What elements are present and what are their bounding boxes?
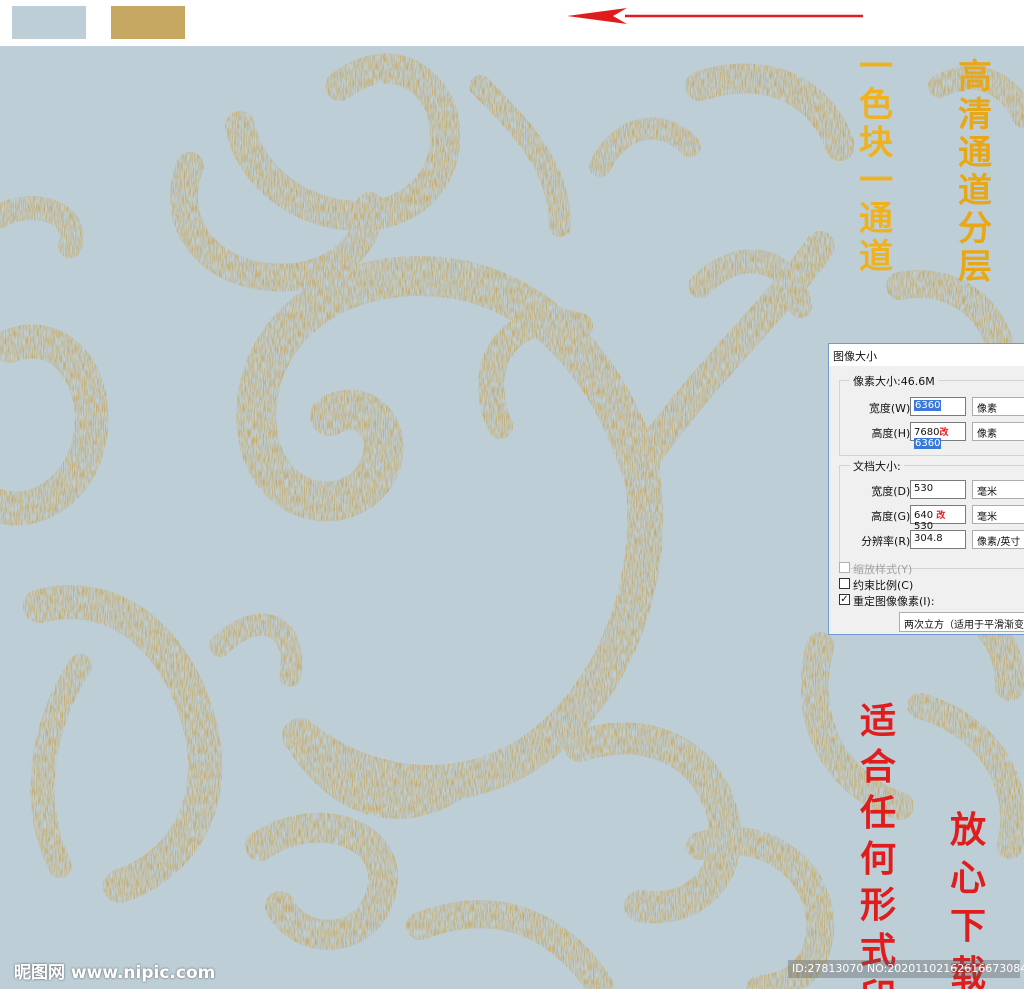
document-size-legend: 文档大小:	[850, 458, 904, 474]
caption-one-channel: 一色块一通道	[859, 47, 893, 277]
image-size-dialog: 图像大小 像素大小:46.6M 宽度(W): 6360 像素⌄ 高度(H): 7…	[828, 343, 1024, 635]
doc-width-input[interactable]: 530	[910, 480, 966, 499]
checkmark-icon: ✓	[840, 594, 849, 605]
scale-styles-checkbox	[839, 562, 850, 573]
left-arrow-icon	[567, 8, 863, 24]
constrain-checkbox[interactable]	[839, 578, 850, 589]
resample-label: 重定图像像素(I):	[853, 595, 935, 608]
doc-height-unit-select[interactable]: 毫米	[972, 505, 1024, 524]
doc-height-unit: 毫米	[977, 512, 997, 523]
pixel-dimensions-legend: 像素大小:46.6M	[850, 373, 938, 389]
document-size-group: 文档大小: 宽度(D): 530 毫米 高度(G): 640 改 530 毫米 …	[839, 458, 1024, 569]
pixel-width-unit-select[interactable]: 像素⌄	[972, 397, 1024, 416]
pixel-height-label: 高度(H):	[871, 427, 914, 440]
doc-height-label: 高度(G):	[871, 510, 914, 523]
resample-checkbox[interactable]: ✓	[839, 594, 850, 605]
resolution-input[interactable]: 304.8	[910, 530, 966, 549]
pixel-width-label: 宽度(W):	[868, 402, 914, 415]
resolution-value: 304.8	[914, 533, 943, 544]
resolution-label: 分辨率(R):	[861, 535, 914, 548]
pixel-dimensions-group: 像素大小:46.6M 宽度(W): 6360 像素⌄ 高度(H): 7680改6…	[839, 373, 1024, 456]
color-swatch-blue	[12, 6, 86, 39]
id-watermark: ID:27813070 NO:20201102162616673084	[788, 960, 1024, 978]
pixel-width-unit: 像素	[977, 404, 997, 415]
pixel-height-value: 6360	[914, 438, 942, 449]
pixel-width-input[interactable]: 6360	[910, 397, 966, 416]
site-watermark: 昵图网 www.nipic.com	[14, 963, 216, 983]
doc-height-input[interactable]: 640 改 530	[910, 505, 966, 532]
dialog-title: 图像大小	[829, 344, 1024, 366]
caption-hd-layers: 高清通道分层	[958, 57, 992, 287]
doc-height-old: 640	[914, 510, 934, 521]
color-swatch-gold	[111, 6, 185, 39]
pixel-height-unit-select[interactable]: 像素⌄	[972, 422, 1024, 441]
pixel-width-value: 6360	[914, 400, 942, 411]
change-mark: 改	[936, 511, 946, 521]
doc-width-unit: 毫米	[977, 487, 997, 498]
caption-suitable: 适合任何形式印	[859, 700, 896, 989]
resolution-unit: 像素/英寸	[977, 537, 1021, 548]
doc-width-unit-select[interactable]: 毫米	[972, 480, 1024, 499]
resample-method-select[interactable]: 两次立方（适用于平滑渐变	[899, 612, 1024, 632]
pixel-height-old: 7680	[914, 427, 940, 438]
change-mark: 改	[939, 428, 949, 438]
pixel-height-input[interactable]: 7680改6360	[910, 422, 966, 449]
resolution-unit-select[interactable]: 像素/英寸	[972, 530, 1024, 549]
top-strip	[0, 0, 1024, 46]
scale-styles-label: 缩放样式(Y)	[853, 563, 913, 576]
doc-width-value: 530	[914, 483, 934, 494]
doc-width-label: 宽度(D):	[871, 485, 914, 498]
constrain-label: 约束比例(C)	[853, 579, 914, 592]
pixel-height-unit: 像素	[977, 429, 997, 440]
